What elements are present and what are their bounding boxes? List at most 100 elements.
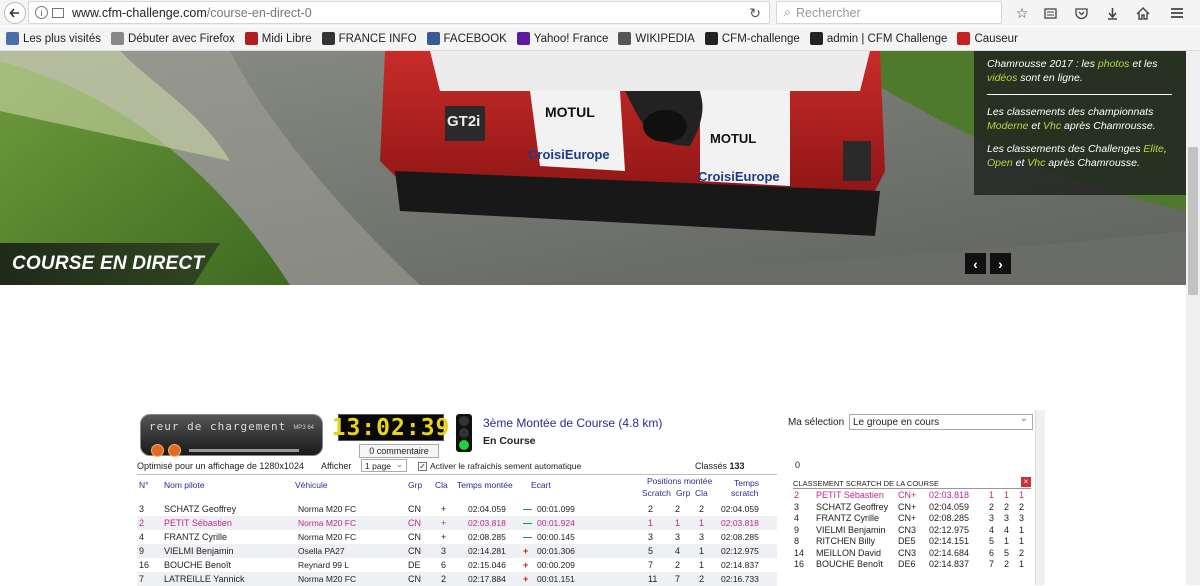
cell-pcla: 1 bbox=[699, 560, 705, 570]
cell-sign: + bbox=[523, 546, 529, 556]
scratch-row[interactable]: 9 VIELMI Benjamin CN3 02:12.975 4 4 1 bbox=[793, 524, 1031, 536]
cell-vehicle: Norma M20 FC bbox=[298, 574, 357, 584]
table-row[interactable]: 9 VIELMI Benjamin Osella PA27 CN 3 02:14.281 +… bbox=[137, 544, 777, 558]
back-button[interactable] bbox=[4, 2, 26, 24]
cell-pgrp: 4 bbox=[675, 546, 681, 556]
cell-a: 6 bbox=[989, 547, 995, 558]
auto-refresh-checkbox[interactable]: ✓ Activer le rafraichis sement automatiqu… bbox=[418, 461, 581, 471]
cell-cla: CN3 bbox=[898, 547, 917, 558]
show-label: Afficher bbox=[321, 461, 352, 471]
bookmark-item[interactable]: admin | CFM Challenge bbox=[809, 32, 948, 45]
scratch-row[interactable]: 8 RITCHEN Billy DE5 02:14.151 5 1 1 bbox=[793, 535, 1031, 547]
scratch-row[interactable]: 3 SCHATZ Geoffrey CN+ 02:04.059 2 2 2 bbox=[793, 501, 1031, 513]
cell-c: 1 bbox=[1019, 524, 1025, 535]
cell-sign: — bbox=[523, 518, 532, 528]
url-path: /course-en-direct-0 bbox=[206, 5, 312, 20]
reading-list-icon[interactable] bbox=[1041, 2, 1059, 24]
svg-text:MOTUL: MOTUL bbox=[545, 104, 595, 120]
bookmark-label: FACEBOOK bbox=[443, 32, 507, 45]
slider-prev-button[interactable]: ‹ bbox=[965, 253, 986, 274]
scratch-row[interactable]: 16 BOUCHE Benoît DE6 02:14.837 7 2 1 bbox=[793, 558, 1031, 570]
bookmark-label: admin | CFM Challenge bbox=[826, 32, 948, 45]
comment-button[interactable]: 0 commentaire bbox=[359, 444, 439, 458]
pocket-icon[interactable] bbox=[1072, 2, 1090, 24]
chevron-left-icon: ‹ bbox=[973, 255, 978, 272]
cell-pilot: BOUCHE Benoît bbox=[816, 559, 884, 569]
optimised-note: Optimisé pour un affichage de 1280x1024 bbox=[137, 461, 304, 471]
page-scrollbar[interactable] bbox=[1186, 51, 1200, 585]
moderne-link[interactable]: Moderne bbox=[987, 120, 1028, 132]
bookmark-item[interactable]: FRANCE INFO bbox=[321, 32, 417, 45]
volume-slider[interactable] bbox=[189, 449, 299, 452]
cell-scratch: 7 bbox=[648, 560, 654, 570]
bookmark-item[interactable]: Yahoo! France bbox=[516, 32, 608, 45]
videos-link[interactable]: vidéos bbox=[987, 72, 1017, 84]
cell-num: 3 bbox=[139, 504, 145, 514]
slider-next-button[interactable]: › bbox=[990, 253, 1011, 274]
bookmark-item[interactable]: Les plus visités bbox=[6, 32, 101, 45]
scratch-row[interactable]: 2 PETIT Sébastien CN+ 02:03.818 1 1 1 bbox=[793, 489, 1031, 501]
cell-pilot: PETIT Sébastien bbox=[164, 518, 232, 528]
cell-a: 2 bbox=[989, 501, 995, 512]
cell-b: 1 bbox=[1004, 536, 1010, 546]
bookmark-label: Causeur bbox=[974, 32, 1018, 45]
url-bar[interactable]: i www.cfm-challenge.com/course-en-direct… bbox=[28, 1, 770, 24]
bookmark-item[interactable]: Débuter avec Firefox bbox=[110, 32, 235, 45]
bookmark-item[interactable]: CFM-challenge bbox=[704, 32, 800, 45]
open-link[interactable]: Open bbox=[987, 157, 1013, 169]
scrollbar-thumb[interactable] bbox=[1188, 147, 1198, 295]
bookmark-label: Midi Libre bbox=[261, 32, 312, 45]
table-row[interactable]: 4 FRANTZ Cyrille Norma M20 FC CN +02:08.285 —… bbox=[137, 530, 777, 544]
hero-banner: MOTUL MOTUL CroisiEurope CroisiEurope GT… bbox=[0, 51, 1186, 285]
wikipedia-icon bbox=[618, 32, 632, 45]
cell-vehicle: Norma M20 FC bbox=[298, 532, 357, 542]
facebook-icon bbox=[426, 32, 440, 45]
cell-num: 2 bbox=[794, 490, 800, 500]
cell-pilot: RITCHEN Billy bbox=[816, 536, 876, 546]
browser-toolbar: i www.cfm-challenge.com/course-en-direct… bbox=[0, 0, 1200, 26]
search-placeholder: Rechercher bbox=[796, 5, 861, 20]
search-input[interactable]: ⌕ Rechercher bbox=[776, 1, 1002, 24]
cell-c: 3 bbox=[1019, 513, 1025, 523]
audio-player[interactable]: reur de chargement MP3 64 bbox=[140, 414, 323, 457]
download-icon[interactable] bbox=[1103, 2, 1121, 24]
bookmark-item[interactable]: Causeur bbox=[957, 32, 1018, 45]
cell-gap: 00:01.099 bbox=[537, 504, 575, 514]
bookmark-item[interactable]: Midi Libre bbox=[244, 32, 312, 45]
bookmark-star-icon[interactable]: ☆ bbox=[1013, 2, 1031, 24]
results-table: N° Nom pilote Véhicule Grp Cla Temps mon… bbox=[137, 474, 777, 586]
cell-stime: 02:03.818 bbox=[721, 518, 759, 528]
cell-time: 02:14.281 bbox=[468, 546, 506, 556]
info-icon[interactable]: i bbox=[35, 6, 48, 19]
page-select[interactable]: 1 page ⌄ bbox=[361, 459, 407, 472]
widget-scrollbar[interactable] bbox=[1035, 410, 1045, 585]
cell-a: 7 bbox=[989, 559, 995, 569]
vhc-challenge-link[interactable]: Vhc bbox=[1027, 157, 1045, 169]
cell-c: 1 bbox=[1019, 536, 1025, 546]
cell-cla: CN+ bbox=[898, 513, 917, 523]
table-row[interactable]: 16 BOUCHE Benoît Reynard 99 L DE 6 02:15.046 +… bbox=[137, 558, 777, 572]
menu-icon[interactable] bbox=[1168, 2, 1186, 24]
scratch-row[interactable]: 4 FRANTZ Cyrille CN+ 02:08.285 3 3 3 bbox=[793, 512, 1031, 524]
photos-link[interactable]: photos bbox=[1098, 58, 1130, 70]
cell-cla: + bbox=[441, 532, 447, 542]
cell-gap: 00:01.924 bbox=[537, 518, 575, 528]
scratch-row[interactable]: 14 MEILLON David CN3 02:14.684 6 5 2 bbox=[793, 547, 1031, 559]
elite-link[interactable]: Elite bbox=[1143, 143, 1163, 155]
home-icon[interactable] bbox=[1134, 2, 1152, 24]
cell-b: 4 bbox=[1004, 524, 1010, 535]
bookmarks-bar: Les plus visités Débuter avec Firefox Midi… bbox=[0, 27, 1200, 51]
cell-c: 1 bbox=[1019, 559, 1025, 569]
bookmark-item[interactable]: FACEBOOK bbox=[426, 32, 507, 45]
table-row[interactable]: 7 LATREILLE Yannick Norma M20 FC CN 2 02:17.8… bbox=[137, 572, 777, 586]
table-row[interactable]: 3 SCHATZ Geoffrey Norma M20 FC CN +02:04.059… bbox=[137, 502, 777, 516]
stop-button[interactable] bbox=[168, 444, 181, 457]
reload-icon[interactable]: ↻ bbox=[749, 5, 761, 22]
play-button[interactable] bbox=[151, 444, 164, 457]
my-selection-select[interactable]: Le groupe en cours bbox=[849, 413, 1033, 430]
cell-stime: 02:14.837 bbox=[721, 560, 759, 570]
close-icon[interactable]: × bbox=[1021, 477, 1031, 487]
table-row[interactable]: 2 PETIT Sébastien Norma M20 FC CN +02:03.818… bbox=[137, 516, 777, 530]
bookmark-item[interactable]: WIKIPEDIA bbox=[618, 32, 695, 45]
vhc-link[interactable]: Vhc bbox=[1043, 120, 1061, 132]
